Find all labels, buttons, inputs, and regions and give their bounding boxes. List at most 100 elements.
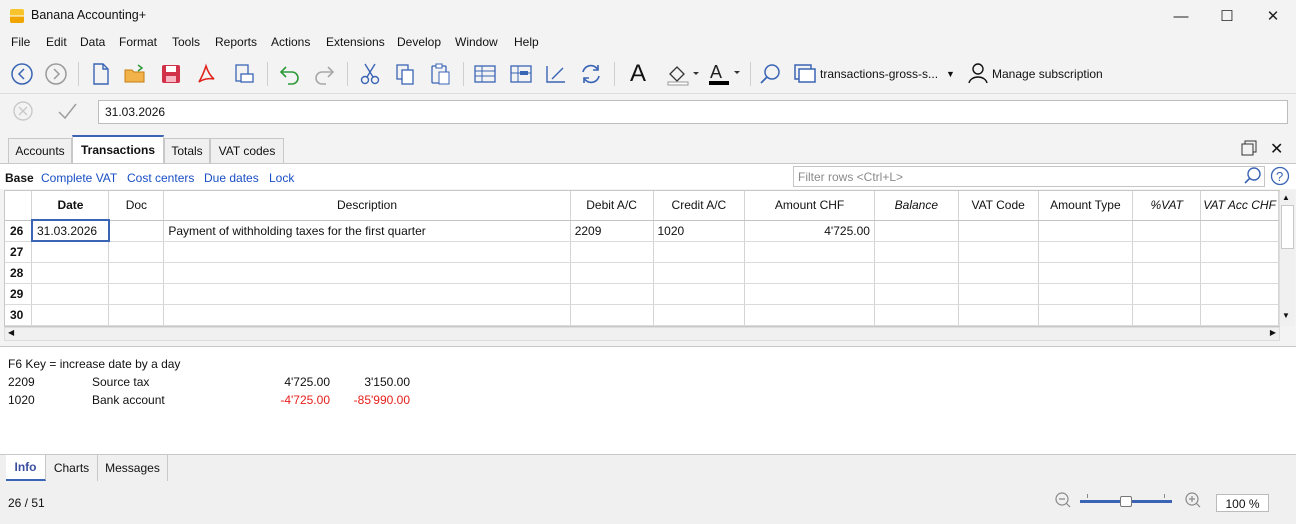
date-cell[interactable] bbox=[31, 304, 110, 326]
doc-cell[interactable] bbox=[108, 283, 165, 305]
manage-subscription-button[interactable]: Manage subscription bbox=[968, 60, 1118, 88]
menu-format[interactable]: Format bbox=[119, 35, 157, 49]
maximize-button[interactable]: ☐ bbox=[1204, 0, 1250, 32]
filter-search-icon[interactable] bbox=[1243, 166, 1263, 189]
col-vat-code[interactable]: VAT Code bbox=[958, 191, 1039, 221]
font-icon[interactable]: A bbox=[625, 60, 651, 87]
pct-vat-cell[interactable] bbox=[1132, 220, 1202, 242]
menu-actions[interactable]: Actions bbox=[271, 35, 310, 49]
open-folder-icon[interactable] bbox=[122, 61, 148, 87]
menu-reports[interactable]: Reports bbox=[215, 35, 257, 49]
tab-info[interactable]: Info bbox=[6, 455, 46, 481]
col-date[interactable]: Date bbox=[31, 191, 110, 221]
scroll-up-icon[interactable]: ▲ bbox=[1282, 193, 1290, 202]
menu-tools[interactable]: Tools bbox=[172, 35, 200, 49]
vat-acc-chf-cell[interactable] bbox=[1200, 220, 1279, 242]
zoom-out-icon[interactable] bbox=[1054, 491, 1072, 512]
scroll-thumb[interactable] bbox=[1281, 205, 1294, 249]
date-cell[interactable]: 31.03.2026 bbox=[30, 219, 110, 242]
menu-edit[interactable]: Edit bbox=[46, 35, 67, 49]
tab-totals[interactable]: Totals bbox=[164, 138, 210, 163]
table-row[interactable]: 27 bbox=[5, 241, 1279, 263]
print-preview-icon[interactable] bbox=[231, 61, 257, 87]
close-table-icon[interactable]: ✕ bbox=[1270, 139, 1283, 159]
amount-chf-cell[interactable] bbox=[744, 262, 875, 284]
description-cell[interactable] bbox=[163, 241, 571, 263]
menu-help[interactable]: Help bbox=[514, 35, 539, 49]
cut-icon[interactable] bbox=[357, 61, 383, 87]
table-row[interactable]: 29 bbox=[5, 283, 1279, 305]
debit-ac-cell[interactable] bbox=[570, 283, 654, 305]
amount-chf-cell[interactable] bbox=[744, 283, 875, 305]
vat-acc-chf-cell[interactable] bbox=[1200, 304, 1279, 326]
col-description[interactable]: Description bbox=[163, 191, 571, 221]
save-icon[interactable] bbox=[158, 61, 184, 87]
amount-type-cell[interactable] bbox=[1038, 241, 1134, 263]
description-cell[interactable] bbox=[163, 262, 571, 284]
table-row[interactable]: 28 bbox=[5, 262, 1279, 284]
credit-ac-cell[interactable]: 1020 bbox=[653, 220, 746, 242]
copy-icon[interactable] bbox=[392, 61, 418, 87]
description-cell[interactable] bbox=[163, 283, 571, 305]
undo-icon[interactable] bbox=[277, 61, 303, 87]
new-file-icon[interactable] bbox=[88, 61, 114, 87]
doc-cell[interactable] bbox=[108, 262, 165, 284]
pct-vat-cell[interactable] bbox=[1132, 304, 1202, 326]
vat-code-cell[interactable] bbox=[958, 283, 1039, 305]
col-pct-vat[interactable]: %VAT bbox=[1132, 191, 1202, 221]
credit-ac-cell[interactable] bbox=[653, 283, 746, 305]
vat-acc-chf-cell[interactable] bbox=[1200, 262, 1279, 284]
view-due-dates[interactable]: Due dates bbox=[204, 171, 259, 185]
vat-acc-chf-cell[interactable] bbox=[1200, 283, 1279, 305]
col-rownum[interactable] bbox=[5, 191, 33, 221]
zoom-thumb[interactable] bbox=[1120, 496, 1132, 507]
menu-window[interactable]: Window bbox=[455, 35, 498, 49]
view-lock[interactable]: Lock bbox=[269, 171, 294, 185]
description-cell[interactable] bbox=[163, 304, 571, 326]
detach-window-icon[interactable] bbox=[1241, 140, 1257, 159]
menu-extensions[interactable]: Extensions bbox=[326, 35, 385, 49]
balance-cell[interactable] bbox=[874, 220, 959, 242]
col-amount-type[interactable]: Amount Type bbox=[1038, 191, 1134, 221]
balance-cell[interactable] bbox=[874, 283, 959, 305]
filter-rows-input[interactable]: Filter rows <Ctrl+L> bbox=[793, 166, 1265, 187]
text-color-icon[interactable]: A bbox=[705, 61, 745, 87]
balance-cell[interactable] bbox=[874, 304, 959, 326]
credit-ac-cell[interactable] bbox=[653, 262, 746, 284]
date-cell[interactable] bbox=[31, 241, 110, 263]
date-cell[interactable] bbox=[31, 283, 110, 305]
table-row[interactable]: 30 bbox=[5, 304, 1279, 326]
menu-data[interactable]: Data bbox=[80, 35, 105, 49]
debit-ac-cell[interactable] bbox=[570, 304, 654, 326]
tab-transactions[interactable]: Transactions bbox=[72, 135, 164, 163]
col-debit-ac[interactable]: Debit A/C bbox=[570, 191, 654, 221]
vat-code-cell[interactable] bbox=[958, 241, 1039, 263]
paste-icon[interactable] bbox=[427, 61, 453, 87]
fill-color-icon[interactable] bbox=[664, 61, 704, 87]
pct-vat-cell[interactable] bbox=[1132, 262, 1202, 284]
zoom-level[interactable]: 100 % bbox=[1216, 494, 1269, 512]
col-amount-chf[interactable]: Amount CHF bbox=[744, 191, 875, 221]
amount-type-cell[interactable] bbox=[1038, 304, 1134, 326]
view-cost-centers[interactable]: Cost centers bbox=[127, 171, 194, 185]
forward-icon[interactable] bbox=[43, 61, 69, 87]
pdf-icon[interactable] bbox=[193, 61, 219, 87]
table-row[interactable]: 26 31.03.2026 Payment of withholding taxes… bbox=[5, 219, 1279, 242]
balance-cell[interactable] bbox=[874, 262, 959, 284]
doc-cell[interactable] bbox=[108, 241, 165, 263]
view-base[interactable]: Base bbox=[5, 171, 34, 185]
tab-accounts[interactable]: Accounts bbox=[8, 138, 72, 163]
amount-type-cell[interactable] bbox=[1038, 220, 1134, 242]
vat-code-cell[interactable] bbox=[958, 304, 1039, 326]
tab-vat-codes[interactable]: VAT codes bbox=[210, 138, 284, 163]
tab-messages[interactable]: Messages bbox=[98, 455, 168, 481]
view-complete-vat[interactable]: Complete VAT bbox=[41, 171, 117, 185]
amount-type-cell[interactable] bbox=[1038, 283, 1134, 305]
doc-cell[interactable] bbox=[108, 304, 165, 326]
pct-vat-cell[interactable] bbox=[1132, 283, 1202, 305]
credit-ac-cell[interactable] bbox=[653, 241, 746, 263]
menu-file[interactable]: File bbox=[11, 35, 30, 49]
vat-code-cell[interactable] bbox=[958, 262, 1039, 284]
amount-chf-cell[interactable] bbox=[744, 241, 875, 263]
vat-code-cell[interactable] bbox=[958, 220, 1039, 242]
